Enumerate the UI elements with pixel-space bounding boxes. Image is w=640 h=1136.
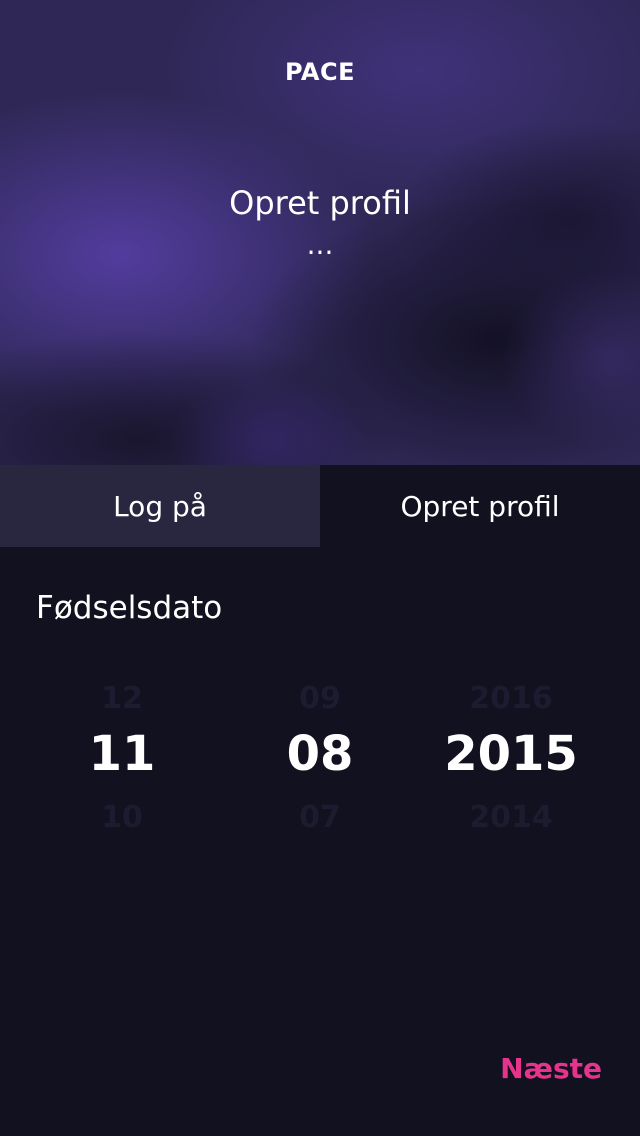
- page-title: Opret profil: [229, 184, 411, 222]
- year-wheel[interactable]: 2016 2015 2014: [391, 676, 631, 846]
- year-option-prev[interactable]: 2016: [391, 681, 631, 716]
- birthdate-label: Fødselsdato: [36, 590, 223, 626]
- title-ellipsis: ...: [306, 228, 334, 261]
- next-button[interactable]: Næste: [500, 1052, 602, 1085]
- tab-create-profile[interactable]: Opret profil: [320, 465, 640, 547]
- hero-background: PACE Opret profil ...: [0, 0, 640, 465]
- auth-tabs: Log på Opret profil: [0, 465, 640, 547]
- birthdate-picker[interactable]: 12 11 10 09 08 07 2016 2015 2014: [0, 676, 640, 846]
- year-selected[interactable]: 2015: [391, 726, 631, 782]
- year-option-next[interactable]: 2014: [391, 800, 631, 835]
- app-logo: PACE: [285, 58, 355, 86]
- screen: PACE Opret profil ... Log på Opret profi…: [0, 0, 640, 1136]
- tab-login[interactable]: Log på: [0, 465, 320, 547]
